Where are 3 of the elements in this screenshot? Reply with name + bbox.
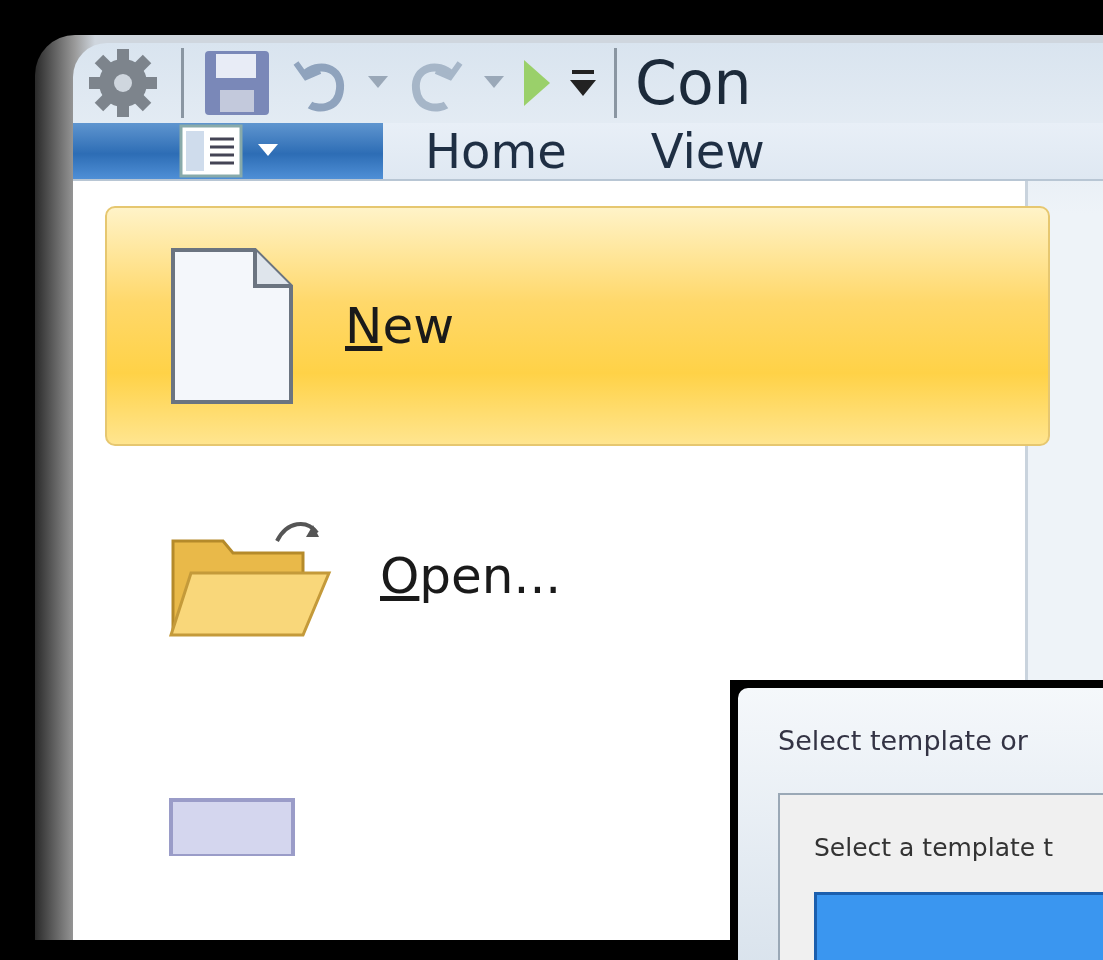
- window-title: Con: [635, 48, 752, 118]
- dialog-title: Select template or: [777, 724, 1029, 758]
- dialog-prompt: Select a template t: [814, 833, 1054, 862]
